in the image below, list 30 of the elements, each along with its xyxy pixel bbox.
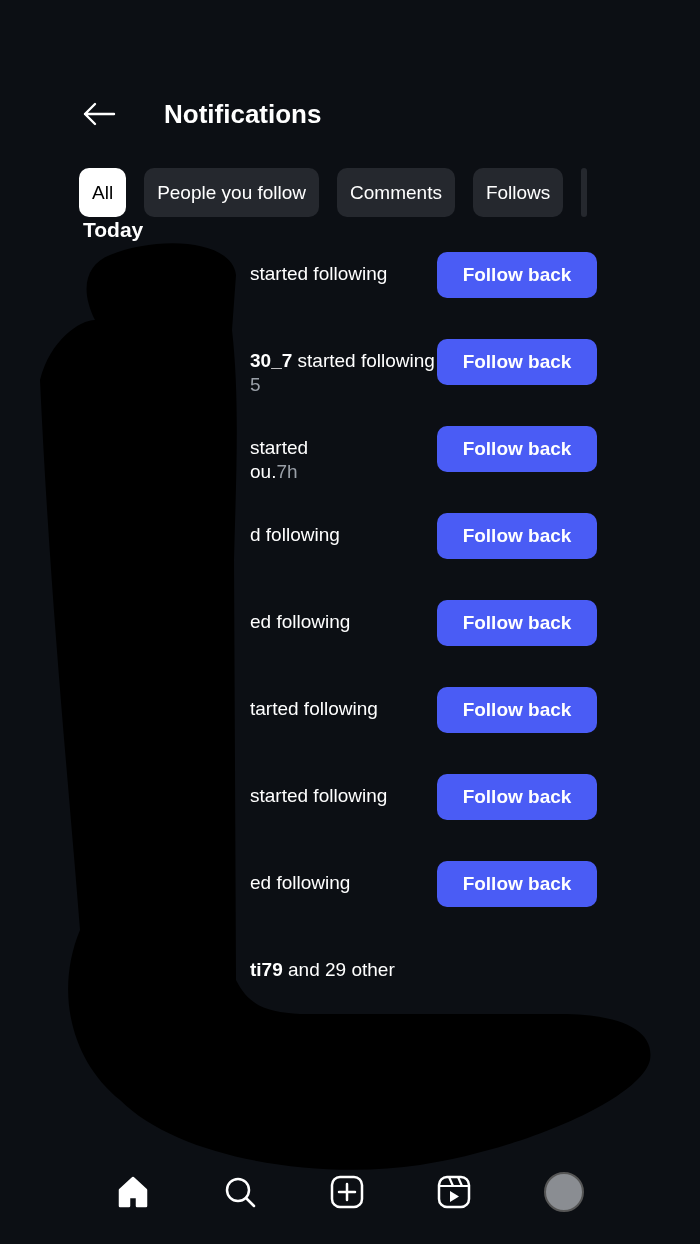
notification-text: d following <box>250 523 340 547</box>
follow-back-button[interactable]: Follow back <box>437 774 597 820</box>
notification-time: 5 <box>250 373 262 397</box>
notification-text: ed following <box>250 871 351 895</box>
page-title: Notifications <box>164 98 322 130</box>
notification-text: started following <box>250 784 388 808</box>
filter-tab[interactable]: People you follow <box>144 168 320 217</box>
notification-text: ou.7h <box>250 460 299 484</box>
reels-icon[interactable] <box>436 1175 471 1209</box>
section-heading: Today <box>82 217 145 243</box>
back-arrow-icon[interactable] <box>82 102 116 126</box>
follow-back-button[interactable]: Follow back <box>437 513 597 559</box>
filter-tab[interactable]: All <box>79 168 127 217</box>
follow-back-button[interactable]: Follow back <box>437 426 597 472</box>
notification-text: started following <box>250 262 388 286</box>
notification-text: tarted following <box>250 697 378 721</box>
follow-back-button[interactable]: Follow back <box>437 252 597 298</box>
notification-text: started <box>250 436 309 460</box>
profile-avatar[interactable] <box>543 1172 584 1212</box>
follow-back-button[interactable]: Follow back <box>437 339 597 385</box>
plus-icon[interactable] <box>330 1175 364 1209</box>
follow-back-button[interactable]: Follow back <box>437 600 597 646</box>
notification-text: 30_7 started following <box>250 349 435 373</box>
filter-tab[interactable]: Comments <box>337 168 455 217</box>
notification-text: ed following <box>250 610 351 634</box>
follow-back-button[interactable]: Follow back <box>437 687 597 733</box>
notification-text: ti79 and 29 other <box>250 958 395 982</box>
search-icon[interactable] <box>223 1175 258 1209</box>
filter-tab[interactable]: Follows <box>472 168 564 217</box>
follow-back-button[interactable]: Follow back <box>437 861 597 907</box>
